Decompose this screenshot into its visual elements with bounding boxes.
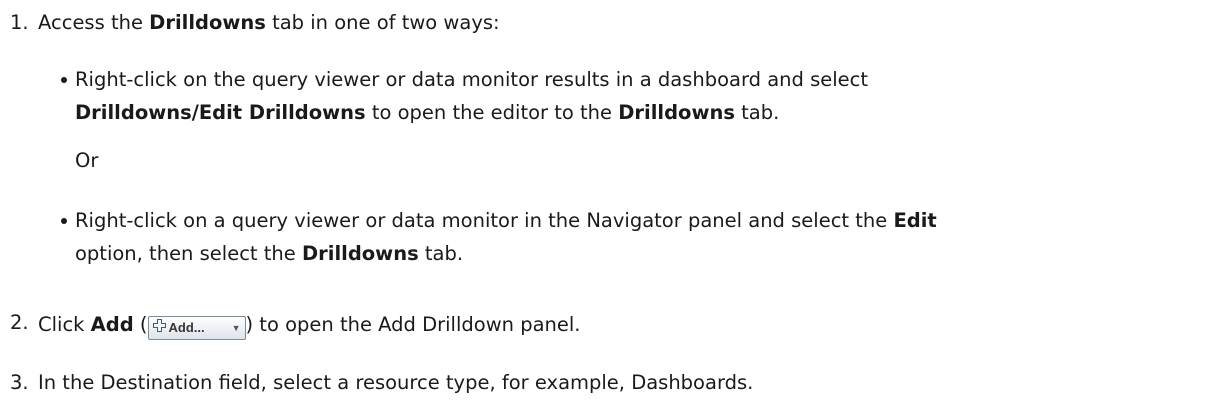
step-2-number: 2. <box>10 311 29 334</box>
bullet-2-marker <box>61 218 67 224</box>
chevron-down-icon: ▼ <box>231 322 241 333</box>
or-text: Or <box>75 149 99 172</box>
bullet-2-line-2: option, then select the Drilldowns tab. <box>75 240 463 268</box>
bullet-1-line-2-a: to open the editor to the <box>365 101 619 124</box>
step-2-text-b: ( <box>133 313 148 336</box>
step-2-text: Click Add ( Add... ▼ ) to open the Add Dril… <box>38 311 581 340</box>
drilldowns-tab-term: Drilldowns <box>618 101 735 124</box>
bullet-1-line-1: Right-click on the query viewer or data … <box>75 68 869 91</box>
bullet-2-line-1-a: Right-click on a query viewer or data mo… <box>75 209 894 232</box>
bullet-2-line-2-b: tab. <box>418 242 464 265</box>
edit-term: Edit <box>893 209 937 232</box>
drilldowns-tab-term-2: Drilldowns <box>301 242 419 265</box>
plus-icon <box>152 317 166 339</box>
step-1-text: Access the Drilldowns tab in one of two … <box>38 9 500 37</box>
step-1-text-a: Access the <box>38 11 150 34</box>
bullet-1-line-2: Drilldowns/Edit Drilldowns to open the e… <box>75 99 779 127</box>
step-3-number: 3. <box>10 371 29 394</box>
step-1-number: 1. <box>10 11 29 34</box>
bullet-1-line-2-b: tab. <box>734 101 780 124</box>
drilldowns-edit-term: Drilldowns/Edit Drilldowns <box>75 101 366 124</box>
step-1-text-b: tab in one of two ways: <box>265 11 500 34</box>
drilldowns-term: Drilldowns <box>149 11 266 34</box>
step-3-text: In the Destination field, select a resou… <box>38 371 754 394</box>
bullet-2-line-1: Right-click on a query viewer or data mo… <box>75 207 937 235</box>
bullet-2-line-2-a: option, then select the <box>75 242 302 265</box>
add-button-label: Add... <box>168 319 205 335</box>
step-2-text-a: Click <box>38 313 91 336</box>
add-term: Add <box>90 313 134 336</box>
bullet-1-marker <box>61 77 67 83</box>
add-button-image: Add... ▼ <box>147 315 246 340</box>
step-2-text-c: ) to open the Add Drilldown panel. <box>245 313 581 336</box>
